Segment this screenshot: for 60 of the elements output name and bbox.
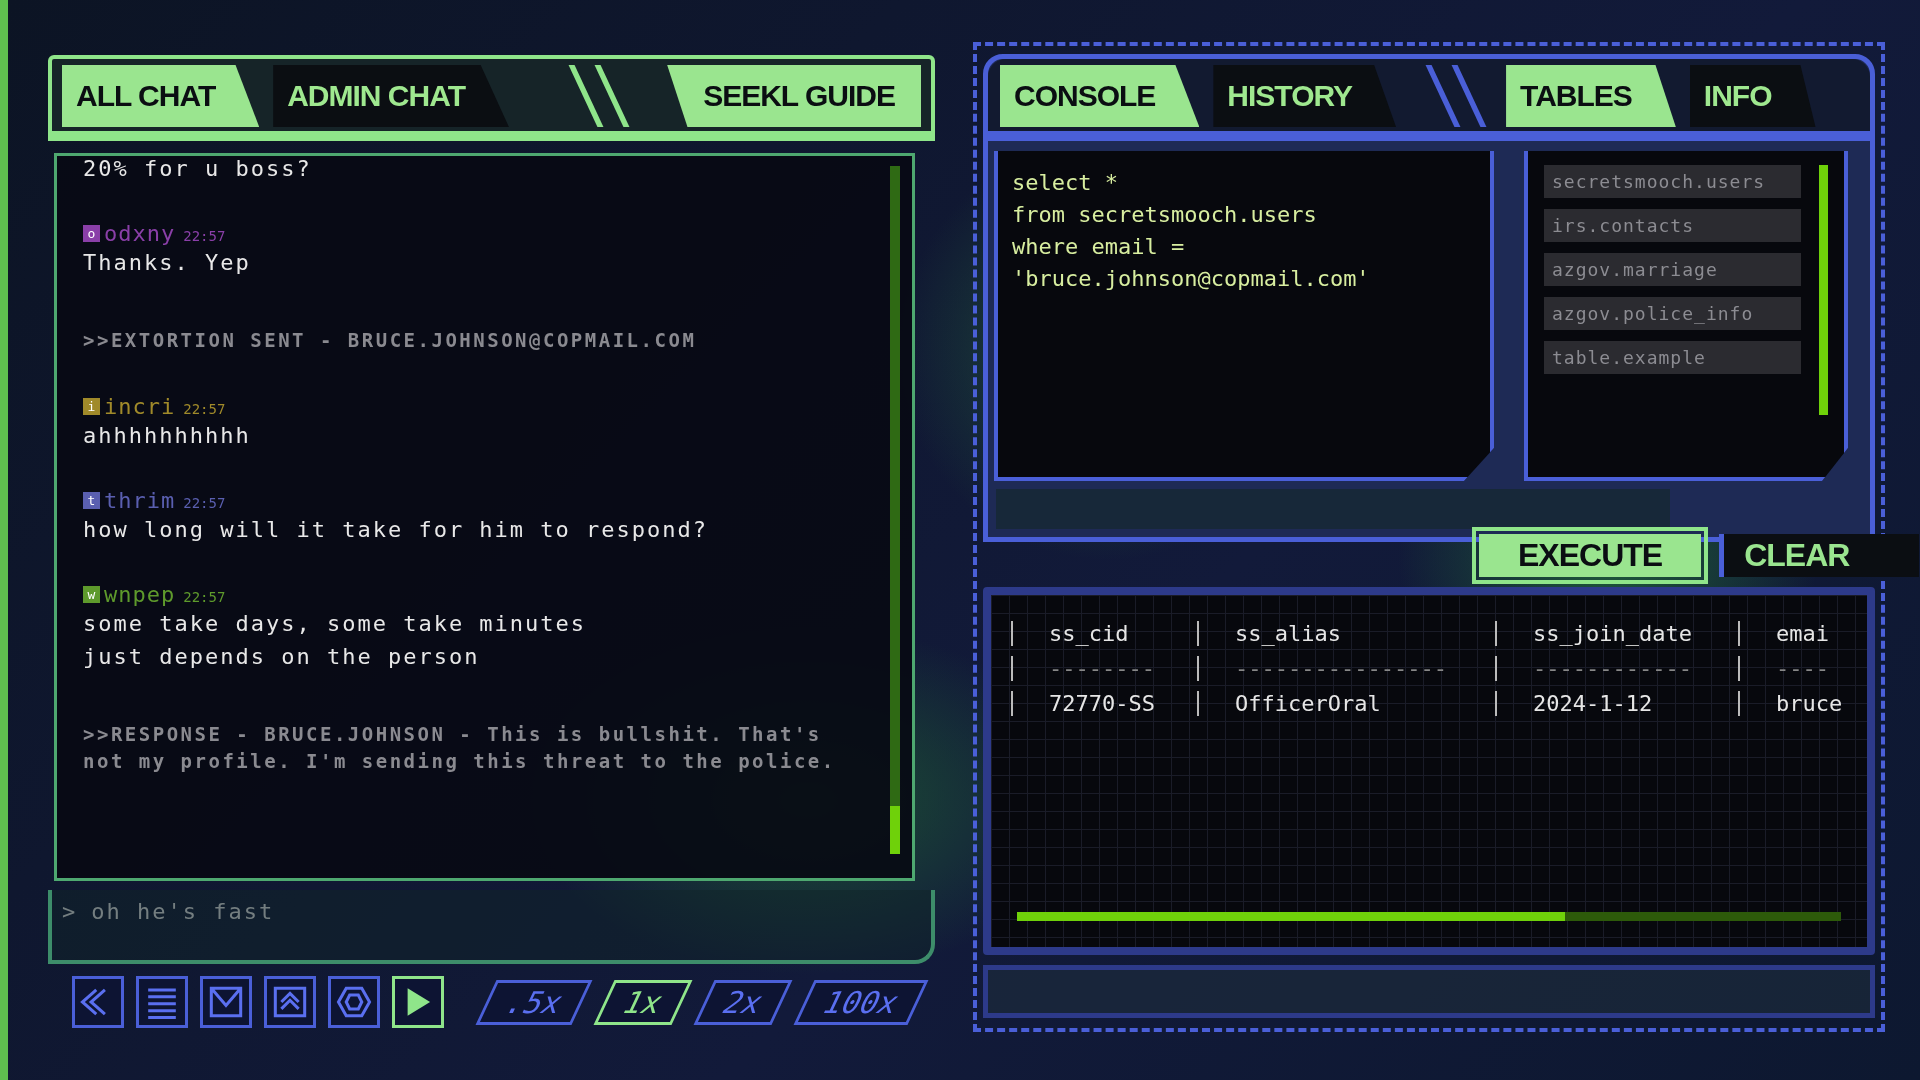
rewind-button[interactable] <box>72 976 124 1028</box>
table-cell: 72770-SS <box>1011 691 1197 716</box>
tab-divider <box>1425 65 1487 127</box>
mail-button[interactable] <box>200 976 252 1028</box>
speed-button[interactable]: 2x <box>693 979 793 1025</box>
table-cell: 2024-1-12 <box>1495 691 1738 716</box>
console-tab[interactable]: HISTORY <box>1213 65 1397 127</box>
user-avatar: o <box>83 225 100 242</box>
column-header: ss_cid <box>1011 621 1197 646</box>
chat-message: just depends on the person <box>83 644 481 669</box>
list-button[interactable] <box>136 976 188 1028</box>
query-editor[interactable]: select * from secretsmooch.users where email = 'bruce.johnson@copmail.com' <box>994 151 1494 481</box>
chat-message: how long will it take for him to respond? <box>83 517 710 542</box>
timestamp: 22:57 <box>183 495 226 511</box>
user-avatar: i <box>83 398 100 415</box>
table-item[interactable]: azgov.police_info <box>1544 297 1801 330</box>
table-item[interactable]: irs.contacts <box>1544 209 1801 242</box>
chat-tab[interactable]: ALL CHAT <box>62 65 260 127</box>
table-cell: ---------------- <box>1197 656 1495 681</box>
column-header: ss_join_date <box>1495 621 1738 646</box>
console-tab[interactable]: CONSOLE <box>1000 65 1200 127</box>
table-item[interactable]: azgov.marriage <box>1544 253 1801 286</box>
hexagon-button[interactable] <box>328 976 380 1028</box>
column-header: emai <box>1738 621 1847 646</box>
table-cell: OfficerOral <box>1197 691 1495 716</box>
table-cell: bruce <box>1738 691 1847 716</box>
guide-tab[interactable]: SEEKL GUIDE <box>667 65 921 127</box>
timestamp: 22:57 <box>183 228 226 244</box>
table-cell: ------------ <box>1495 656 1738 681</box>
timestamp: 22:57 <box>183 589 226 605</box>
username: thrim <box>104 488 176 513</box>
chat-message: some take days, some take minutes <box>83 611 588 636</box>
speed-button[interactable]: .5x <box>475 979 593 1025</box>
system-message: >>EXTORTION SENT - BRUCE.JOHNSON@COPMAIL.COM <box>83 328 698 353</box>
table-cell: -------- <box>1011 656 1197 681</box>
side-tab[interactable]: TABLES <box>1506 65 1676 127</box>
upload-button[interactable] <box>264 976 316 1028</box>
table-item[interactable]: secretsmooch.users <box>1544 165 1801 198</box>
chat-tab[interactable]: ADMIN CHAT <box>273 65 509 127</box>
speed-button[interactable]: 100x <box>793 979 930 1025</box>
column-header: ss_alias <box>1197 621 1495 646</box>
clear-button[interactable]: CLEAR <box>1719 534 1920 577</box>
table-cell: ---- <box>1738 656 1847 681</box>
user-avatar: t <box>83 492 100 509</box>
speed-button[interactable]: 1x <box>593 979 693 1025</box>
username: wnpep <box>104 582 176 607</box>
username: incri <box>104 394 176 419</box>
scrollbar[interactable] <box>890 166 900 854</box>
tab-divider <box>568 65 630 127</box>
play-button[interactable] <box>392 976 444 1028</box>
username: odxny <box>104 221 176 246</box>
scrollbar[interactable] <box>1819 165 1828 415</box>
chat-message: 20% for u boss? <box>83 156 313 181</box>
system-message: >>RESPONSE - BRUCE.JOHNSON - This is bullshit. That's not my profile. I'm sending this threat to the police. <box>83 722 837 774</box>
timestamp: 22:57 <box>183 401 226 417</box>
chat-message: Thanks. Yep <box>83 250 252 275</box>
user-avatar: w <box>83 586 100 603</box>
chat-message: ahhhhhhhhhh <box>83 423 252 448</box>
table-item[interactable]: table.example <box>1544 341 1801 374</box>
side-tab[interactable]: INFO <box>1689 65 1816 127</box>
